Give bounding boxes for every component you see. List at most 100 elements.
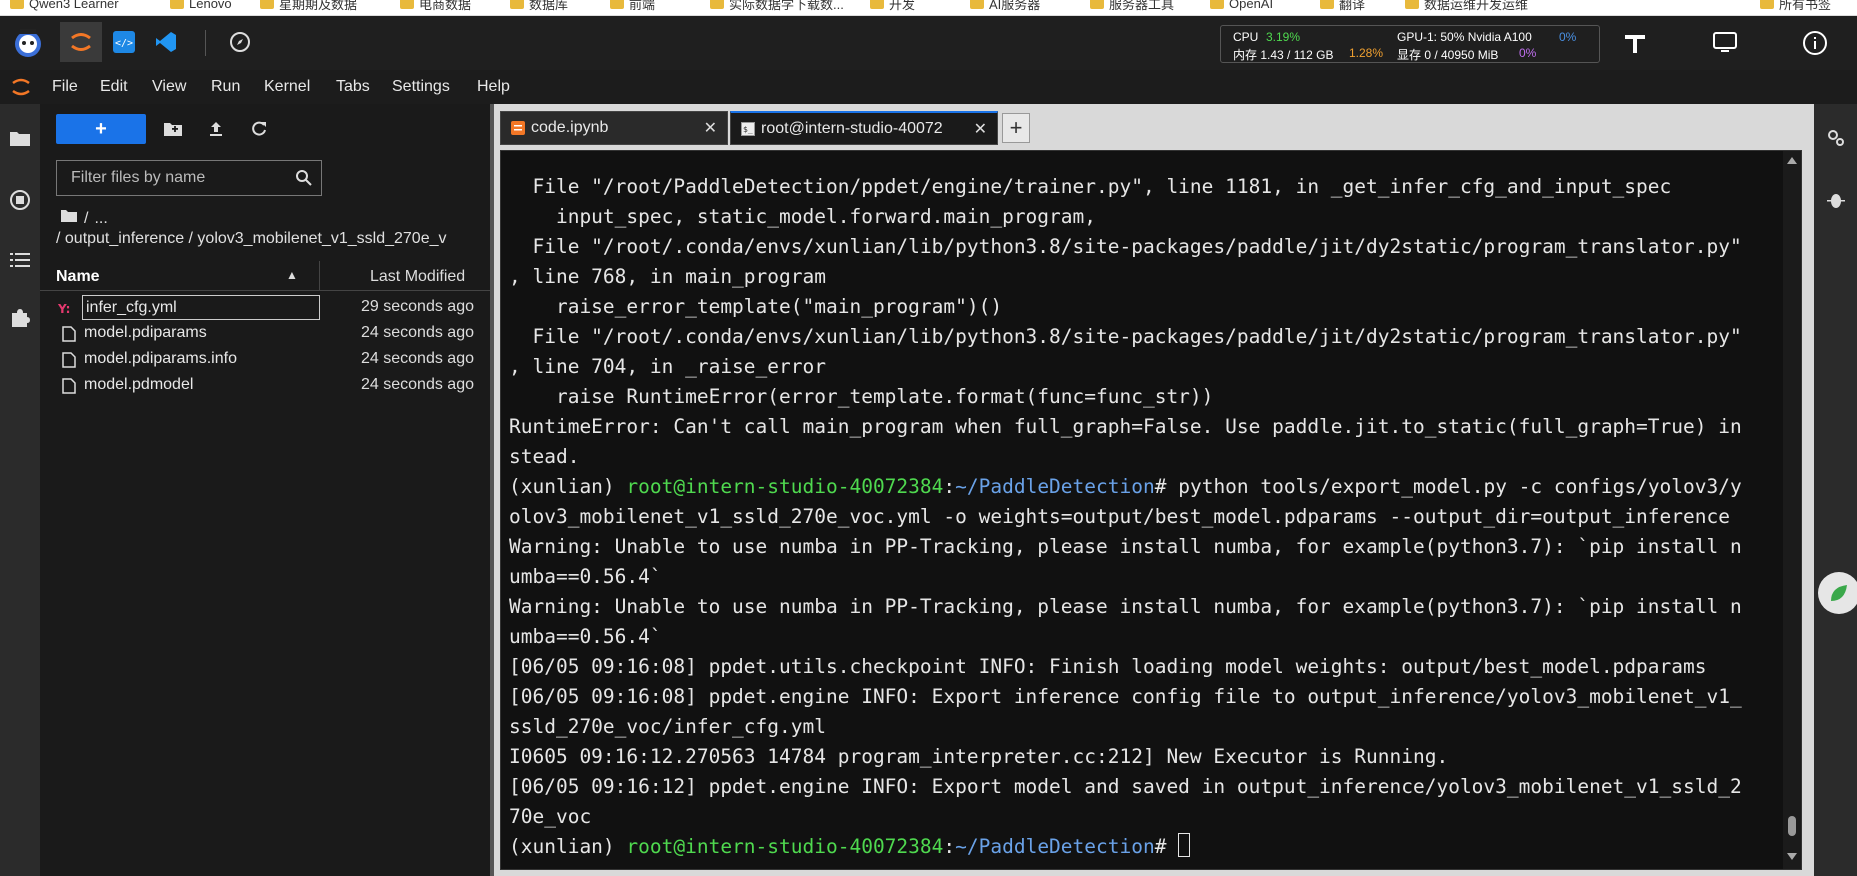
terminal-line: Warning: Unable to use numba in PP-Track… [509,595,1742,618]
tab-code-ipynb[interactable]: code.ipynb ✕ [500,111,728,145]
breadcrumb-more[interactable]: ... [94,210,107,228]
cpu-value: 3.19% [1266,30,1301,44]
bookmark-label: 服务器工具 [1109,0,1175,12]
info-icon[interactable] [1795,24,1835,62]
memory-label: 内存 1.43 / 112 GB [1233,48,1334,62]
filter-files-field [56,160,322,196]
close-icon[interactable]: ✕ [704,118,717,138]
prompt-separator: : [943,835,956,858]
menu-kernel[interactable]: Kernel [264,78,310,96]
breadcrumb-path[interactable]: / output_inference / yolov3_mobilenet_v1… [56,230,476,248]
menu-edit[interactable]: Edit [100,78,128,96]
menu-run[interactable]: Run [211,78,240,96]
bookmark-folder-icon [710,0,724,9]
activity-bar [0,104,40,876]
menu-settings[interactable]: Settings [392,78,450,96]
bookmark-label: 实际数据学下载数... [729,0,844,12]
bookmark-folder-icon [1090,0,1104,9]
table-of-contents-icon[interactable] [8,248,32,272]
home-folder-icon[interactable] [60,209,78,228]
bookmark-item[interactable]: 电商数据 [400,0,471,12]
bookmark-label: 星期期及数据 [279,0,358,12]
file-modified: 24 seconds ago [361,324,474,341]
tab-label: code.ipynb [531,119,609,136]
new-launcher-button[interactable]: + [56,114,146,144]
bookmark-item[interactable]: AI服务器 [970,0,1040,12]
bookmark-item[interactable]: 翻译 [1320,0,1365,12]
prompt-path: ~/PaddleDetection [955,475,1155,498]
scroll-up-icon[interactable] [1787,157,1797,164]
bookmark-item[interactable]: 服务器工具 [1090,0,1174,12]
bookmark-item[interactable]: 开发 [870,0,915,12]
debugger-icon[interactable] [1824,188,1848,212]
terminal-scrollbar[interactable] [1783,151,1801,869]
terminal-line: 70e_voc [509,805,592,828]
upload-icon[interactable] [203,116,229,142]
tab-terminal[interactable]: $_ root@intern-studio-40072 ✕ [730,111,998,145]
terminal-line: raise_error_template("main_program")() [509,295,1003,318]
column-last-modified[interactable]: Last Modified [370,268,465,286]
close-icon[interactable]: ✕ [974,119,987,139]
terminal-line: I0605 09:16:12.270563 14784 program_inte… [509,745,1449,768]
running-kernels-icon[interactable] [8,188,32,212]
yaml-icon: Y: [57,300,72,316]
folder-icon[interactable] [8,126,32,150]
refresh-icon[interactable] [246,116,272,142]
bookmark-item[interactable]: 数据库 [510,0,568,12]
sort-ascending-icon[interactable]: ▲ [286,268,298,282]
bookmark-item[interactable]: 实际数据学下载数... [710,0,844,12]
file-list-item[interactable]: model.pdmodel 24 seconds ago [40,371,490,401]
breadcrumb-root[interactable]: / [84,210,88,228]
scroll-down-icon[interactable] [1787,853,1797,860]
bookmark-item[interactable]: 数据运维开发运维 [1405,0,1528,12]
bookmark-item[interactable]: Lenovo [170,0,232,12]
menu-view[interactable]: View [152,78,186,96]
property-inspector-icon[interactable] [1824,126,1848,150]
column-divider[interactable] [319,261,320,291]
leaf-icon [1831,585,1847,601]
brand-logo-icon[interactable] [1615,24,1655,62]
terminal-line: File "/root/.conda/envs/xunlian/lib/pyth… [509,325,1742,348]
bookmark-folder-icon [870,0,884,9]
menu-help[interactable]: Help [477,78,510,96]
compass-icon[interactable] [220,22,260,62]
new-folder-icon[interactable] [160,116,186,142]
vscode-button[interactable] [146,22,186,62]
prompt-hash: # [1154,475,1179,498]
bookmark-folder-icon [1320,0,1334,9]
new-tab-button[interactable]: + [1002,113,1030,143]
bookmark-item[interactable]: OpenAI [1210,0,1273,12]
bookmark-item[interactable]: 星期期及数据 [260,0,357,12]
bookmark-item[interactable]: Qwen3 Learner [10,0,119,12]
terminal-icon: $_ [741,121,755,136]
studio-logo-icon[interactable] [8,22,48,62]
terminal-line: , line 704, in _raise_error [509,355,826,378]
bookmark-folder-icon [610,0,624,9]
menu-tabs[interactable]: Tabs [336,78,370,96]
search-icon[interactable] [295,169,313,192]
code-editor-button[interactable]: </> [104,22,144,62]
menu-file[interactable]: File [52,78,78,96]
prompt-user: root@intern-studio-40072384 [626,835,944,858]
top-toolbar: </> CPU 3.19% 内存 1.43 / 112 GB 1.28% GPU… [0,16,1857,70]
terminal-panel[interactable]: File "/root/PaddleDetection/ppdet/engine… [500,150,1802,870]
filter-files-input[interactable] [69,168,279,188]
monitor-settings-icon[interactable] [1705,24,1745,62]
extension-manager-icon[interactable] [8,306,32,330]
file-name: model.pdiparams.info [84,350,237,367]
terminal-line: Warning: Unable to use numba in PP-Track… [509,535,1742,558]
file-icon [62,352,76,368]
column-name[interactable]: Name [56,268,100,286]
resource-monitor: CPU 3.19% 内存 1.43 / 112 GB 1.28% GPU-1: … [1220,25,1600,63]
bookmark-folder-icon [260,0,274,9]
terminal-line: [06/05 09:16:12] ppdet.engine INFO: Expo… [509,775,1742,798]
bookmark-item[interactable]: 前端 [610,0,655,12]
bookmark-folder-icon [1760,0,1774,9]
notebook-icon [511,121,525,135]
scrollbar-thumb[interactable] [1788,816,1796,836]
bookmark-item[interactable]: 所有书签 [1760,0,1831,12]
jupyter-launcher-button[interactable] [60,22,102,62]
bookmark-folder-icon [1405,0,1419,9]
terminal-command: python tools/export_model.py -c configs/… [1178,475,1742,498]
floating-assistant-button[interactable] [1818,572,1857,614]
